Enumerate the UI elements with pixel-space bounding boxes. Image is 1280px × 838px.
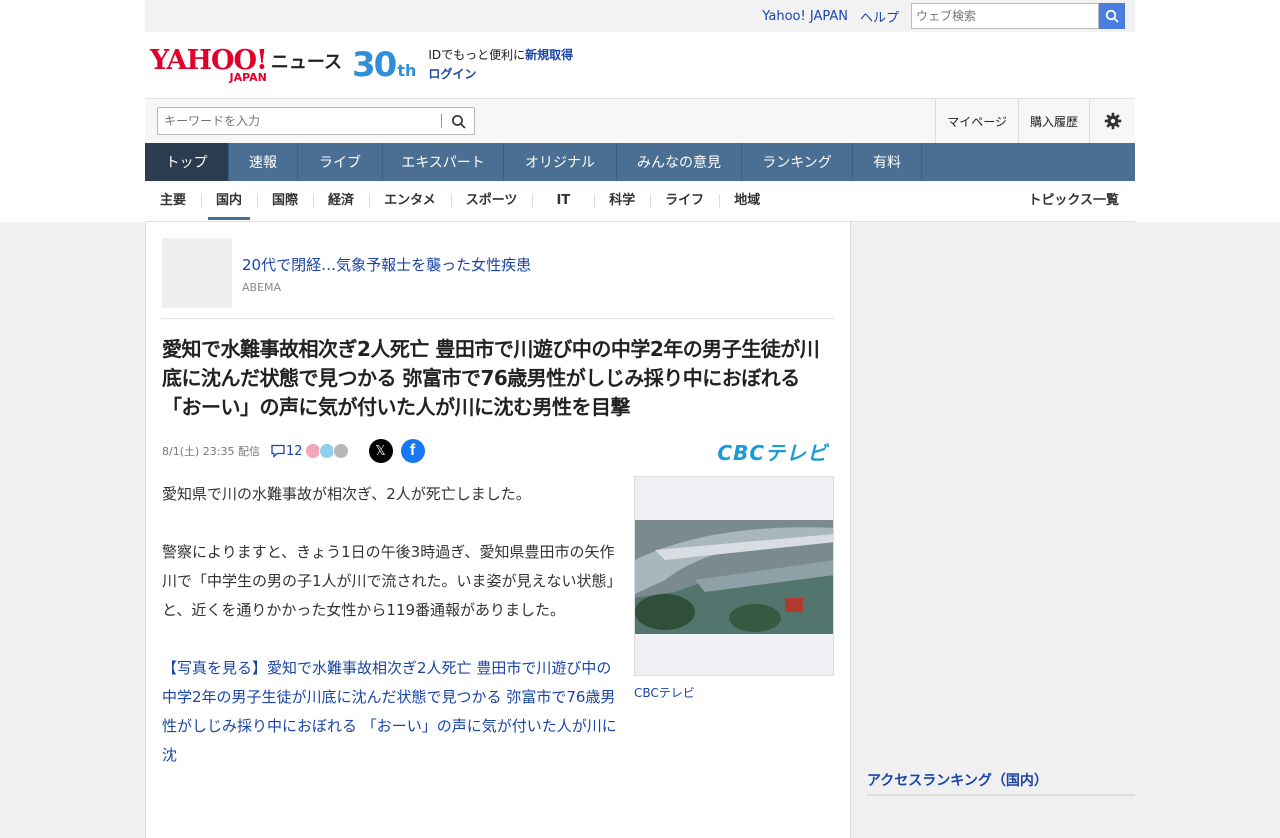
article-meta: 8/1(土) 23:35 配信 12 𝕏 f CBCテレビ [162, 436, 834, 466]
article-body: 愛知県で川の水難事故が相次ぎ、2人が死亡しました。 警察によりますと、きょう1日… [162, 476, 834, 799]
category-entertainment[interactable]: エンタメ [369, 194, 451, 208]
article-headline: 愛知で水難事故相次ぎ2人死亡 豊田市で川遊び中の中学2年の男子生徒が川底に沈んだ… [162, 337, 820, 419]
category-it[interactable]: IT [532, 194, 594, 208]
photo-caption: CBCテレビ [634, 686, 695, 700]
publish-date: 8/1(土) 23:35 配信 [162, 445, 260, 458]
article-paragraph: 警察によりますと、きょう1日の午後3時過ぎ、愛知県豊田市の矢作川で「中学生の男の… [162, 543, 615, 619]
page-body: 20代で閉経…気象予報士を襲った女性疾患 ABEMA 愛知で水難事故相次ぎ2人死… [145, 222, 1135, 838]
global-nav: トップ 速報 ライブ エキスパート オリジナル みんなの意見 ランキング 有料 [145, 143, 1135, 181]
login-link[interactable]: ログイン [428, 67, 476, 81]
promo-title[interactable]: 20代で閉経…気象予報士を襲った女性疾患 [242, 254, 531, 275]
tab-paid[interactable]: 有料 [853, 143, 922, 181]
anniversary-suffix: th [397, 61, 417, 80]
tab-live[interactable]: ライブ [298, 143, 383, 181]
photo-gallery-link[interactable]: 【写真を見る】愛知で水難事故相次ぎ2人死亡 豊田市で川遊び中の中学2年の男子生徒… [162, 654, 618, 770]
topics-list-link[interactable]: トピックス一覧 [1013, 194, 1135, 208]
tab-original[interactable]: オリジナル [504, 143, 617, 181]
register-link[interactable]: 新規取得 [525, 48, 573, 62]
settings-button[interactable] [1089, 99, 1135, 143]
tab-breaking[interactable]: 速報 [229, 143, 298, 181]
comments-link[interactable]: 12 [270, 444, 303, 459]
reaction-face-icon [332, 443, 349, 459]
id-info: IDでもっと便利に新規取得 ログイン [428, 46, 573, 84]
share-x-icon[interactable]: 𝕏 [368, 439, 393, 463]
promo-thumbnail [162, 238, 232, 308]
reaction-icons [304, 443, 349, 459]
top-region: Yahoo! JAPAN ヘルプ YAHOO! JAPAN ニュース 30 th [0, 0, 1280, 222]
help-link[interactable]: ヘルプ [860, 7, 899, 26]
tab-top[interactable]: トップ [145, 143, 229, 181]
search-icon [451, 114, 466, 129]
category-science[interactable]: 科学 [594, 194, 650, 208]
web-search-input[interactable] [911, 3, 1099, 29]
category-life[interactable]: ライフ [650, 194, 719, 208]
id-promo-text: IDでもっと便利に [428, 48, 526, 62]
search-bar-row: マイページ 購入履歴 [145, 98, 1135, 143]
publisher-logo[interactable]: CBCテレビ [717, 437, 828, 466]
account-links: マイページ 購入履歴 [935, 99, 1135, 143]
article-figure[interactable]: CBCテレビ [634, 476, 834, 799]
yahoo-news-logo[interactable]: YAHOO! JAPAN ニュース [150, 44, 343, 83]
article-paragraph: 愛知県で川の水難事故が相次ぎ、2人が死亡しました。 [162, 485, 531, 503]
purchase-history-link[interactable]: 購入履歴 [1017, 99, 1089, 143]
tab-opinions[interactable]: みんなの意見 [617, 143, 742, 181]
keyword-search-input[interactable] [158, 113, 441, 129]
yahoo-japan-link[interactable]: Yahoo! JAPAN [762, 9, 848, 24]
keyword-search-button[interactable] [442, 108, 474, 134]
tab-expert[interactable]: エキスパート [383, 143, 504, 181]
tab-ranking[interactable]: ランキング [742, 143, 853, 181]
aerial-river-image [635, 520, 833, 634]
article-photo[interactable] [634, 476, 834, 676]
promo-source: ABEMA [242, 281, 282, 294]
search-icon [1105, 9, 1119, 23]
utility-bar: Yahoo! JAPAN ヘルプ [145, 0, 1135, 32]
promo-item[interactable]: 20代で閉経…気象予報士を襲った女性疾患 ABEMA [162, 238, 834, 319]
ranking-divider [867, 794, 1135, 796]
share-facebook-icon[interactable]: f [400, 439, 425, 463]
logo-news-text: ニュース [270, 52, 343, 73]
anniversary-number: 30 [352, 45, 397, 85]
category-sports[interactable]: スポーツ [450, 194, 533, 208]
comment-icon [271, 444, 285, 458]
category-world[interactable]: 国際 [257, 194, 313, 208]
article-column: 20代で閉経…気象予報士を襲った女性疾患 ABEMA 愛知で水難事故相次ぎ2人死… [145, 222, 851, 838]
category-local[interactable]: 地域 [719, 194, 775, 208]
category-economy[interactable]: 経済 [313, 194, 369, 208]
anniversary-logo: 30 th [352, 45, 416, 85]
keyword-search [157, 107, 475, 135]
category-main[interactable]: 主要 [145, 194, 201, 208]
web-search [911, 3, 1125, 29]
comment-count: 12 [285, 443, 303, 459]
mypage-link[interactable]: マイページ [935, 99, 1018, 143]
gear-icon [1104, 112, 1121, 130]
ranking-title[interactable]: アクセスランキング（国内） [867, 770, 1048, 790]
site-header: YAHOO! JAPAN ニュース 30 th IDでもっと便利に新規取得 ログ… [145, 32, 1135, 98]
sidebar: アクセスランキング（国内） [851, 222, 1135, 838]
category-domestic[interactable]: 国内 [201, 194, 257, 220]
category-nav: 主要 国内 国際 経済 エンタメ スポーツ IT 科学 ライフ 地域 トピックス… [145, 181, 1135, 222]
web-search-button[interactable] [1099, 3, 1125, 29]
logo-yahoo-text: YAHOO! [150, 44, 268, 76]
